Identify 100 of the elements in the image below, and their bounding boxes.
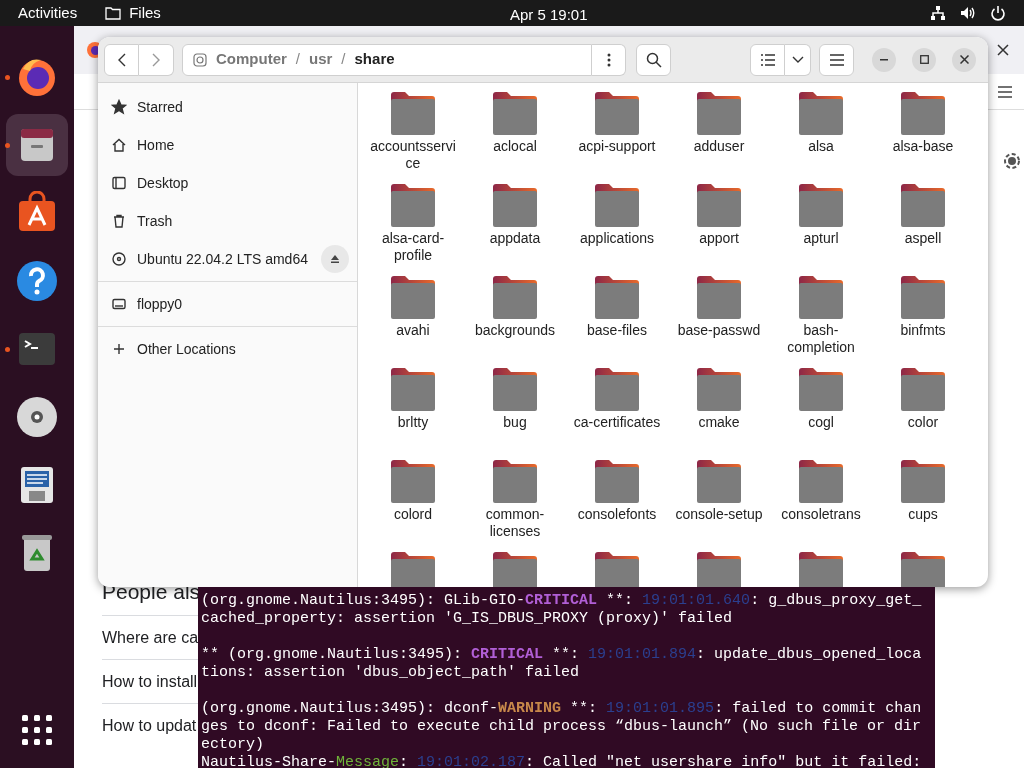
- back-button[interactable]: [104, 43, 139, 76]
- folder-name[interactable]: alsa-base: [877, 138, 969, 155]
- folder-name[interactable]: adduser: [673, 138, 765, 155]
- search-button[interactable]: [636, 43, 671, 76]
- folder-icon: [492, 367, 538, 411]
- maximize-button[interactable]: [912, 47, 936, 72]
- folder-icon: [900, 551, 946, 587]
- running-indicator: [5, 347, 10, 352]
- folder-name[interactable]: color: [877, 414, 969, 431]
- folder-name[interactable]: applications: [571, 230, 663, 247]
- folder-name[interactable]: binfmts: [877, 322, 969, 339]
- drive-icon: [111, 296, 127, 312]
- log-message: ** (org.gnome.Nautilus:3495): CRITICAL **: 19:01:01.894: update_dbus_opened_locations: assertion 'dbus_object_path' failed: [201, 646, 923, 682]
- menu-button[interactable]: [819, 43, 854, 76]
- folder-icon: [798, 183, 844, 227]
- close-icon[interactable]: [997, 44, 1009, 56]
- running-indicator: [5, 143, 10, 148]
- folder-icon: [390, 275, 436, 319]
- question-link[interactable]: How to install: [102, 669, 198, 694]
- power-icon[interactable]: [990, 5, 1006, 21]
- app-menu[interactable]: Files: [129, 1, 161, 25]
- sidebar-item[interactable]: floppy0: [98, 285, 357, 323]
- folder-name[interactable]: bash-completion: [775, 322, 867, 356]
- folder-icon: [492, 459, 538, 503]
- view-list-button[interactable]: [750, 43, 785, 76]
- folder-icon: [696, 367, 742, 411]
- chevron-left-icon: [117, 52, 126, 67]
- menu-icon: [829, 53, 844, 66]
- folder-icon: [594, 459, 640, 503]
- close-button[interactable]: [952, 47, 976, 72]
- disc-icon: [111, 251, 127, 267]
- folder-name[interactable]: base-passwd: [673, 322, 765, 339]
- app-grid-icon[interactable]: [21, 714, 53, 746]
- sidebar-item[interactable]: Desktop: [98, 164, 357, 202]
- folder-icon: [390, 91, 436, 135]
- sidebar-item[interactable]: Home: [98, 126, 357, 164]
- folder-icon: [798, 367, 844, 411]
- folder-name[interactable]: cmake: [673, 414, 765, 431]
- folder-name[interactable]: aclocal: [469, 138, 561, 155]
- maximize-icon: [919, 55, 929, 64]
- sidebar-item[interactable]: Starred: [98, 88, 357, 126]
- folder-icon: [594, 275, 640, 319]
- folder-icon: [696, 551, 742, 587]
- folder-icon: [798, 91, 844, 135]
- dock-item[interactable]: [6, 114, 68, 176]
- folder-name[interactable]: base-files: [571, 322, 663, 339]
- folder-icon: [492, 183, 538, 227]
- path-separator: /: [295, 49, 300, 70]
- list-icon: [760, 53, 775, 66]
- folder-name[interactable]: ca-certificates: [571, 414, 663, 431]
- close-icon: [959, 55, 969, 64]
- folder-name[interactable]: colord: [367, 506, 459, 523]
- folder-name[interactable]: alsa: [775, 138, 867, 155]
- settings-icon[interactable]: [1001, 150, 1023, 172]
- minimize-button[interactable]: [872, 47, 896, 72]
- minimize-icon: [880, 58, 888, 61]
- sidebar-item[interactable]: Other Locations: [98, 330, 357, 368]
- folder-name[interactable]: alsa-card-profile: [367, 230, 459, 264]
- folder-icon: [798, 551, 844, 587]
- desktop-icon: [111, 175, 127, 191]
- path-segment[interactable]: share: [354, 48, 395, 71]
- path-segment[interactable]: Computer: [216, 48, 287, 71]
- view-options-button[interactable]: [785, 43, 811, 76]
- folder-name[interactable]: apturl: [775, 230, 867, 247]
- sidebar-item[interactable]: Trash: [98, 202, 357, 240]
- folder-name[interactable]: accountsservice: [367, 138, 459, 172]
- folder-icon: [390, 367, 436, 411]
- folder-name[interactable]: consoletrans: [775, 506, 867, 523]
- folder-name[interactable]: cups: [877, 506, 969, 523]
- network-icon[interactable]: [930, 5, 946, 21]
- folder-icon: [696, 275, 742, 319]
- folder-name[interactable]: apport: [673, 230, 765, 247]
- folder-name[interactable]: avahi: [367, 322, 459, 339]
- sidebar-item[interactable]: Ubuntu 22.04.2 LTS amd64: [98, 240, 357, 278]
- folder-icon: [594, 367, 640, 411]
- folder-icon: [696, 459, 742, 503]
- star-icon: [111, 99, 127, 115]
- folder-name[interactable]: acpi-support: [571, 138, 663, 155]
- search-icon: [645, 51, 662, 68]
- folder-icon: [390, 551, 436, 587]
- folder-name[interactable]: brltty: [367, 414, 459, 431]
- volume-icon[interactable]: [960, 5, 976, 21]
- clock[interactable]: Apr 5 19:01: [510, 4, 588, 27]
- folder-name[interactable]: consolefonts: [571, 506, 663, 523]
- path-separator: /: [341, 49, 346, 70]
- question-link[interactable]: How to updat: [102, 713, 197, 738]
- folder-name[interactable]: bug: [469, 414, 561, 431]
- folder-name[interactable]: console-setup: [673, 506, 765, 523]
- folder-icon: [594, 183, 640, 227]
- folder-name[interactable]: aspell: [877, 230, 969, 247]
- activities-button[interactable]: Activities: [18, 1, 78, 25]
- menu-icon[interactable]: [998, 85, 1012, 98]
- eject-button[interactable]: [321, 245, 349, 273]
- folder-name[interactable]: common-licenses: [469, 506, 561, 540]
- question-link[interactable]: Where are ca: [102, 625, 199, 650]
- folder-icon: [594, 551, 640, 587]
- path-segment[interactable]: usr: [309, 48, 333, 71]
- folder-name[interactable]: appdata: [469, 230, 561, 247]
- folder-name[interactable]: backgrounds: [469, 322, 561, 339]
- folder-name[interactable]: cogl: [775, 414, 867, 431]
